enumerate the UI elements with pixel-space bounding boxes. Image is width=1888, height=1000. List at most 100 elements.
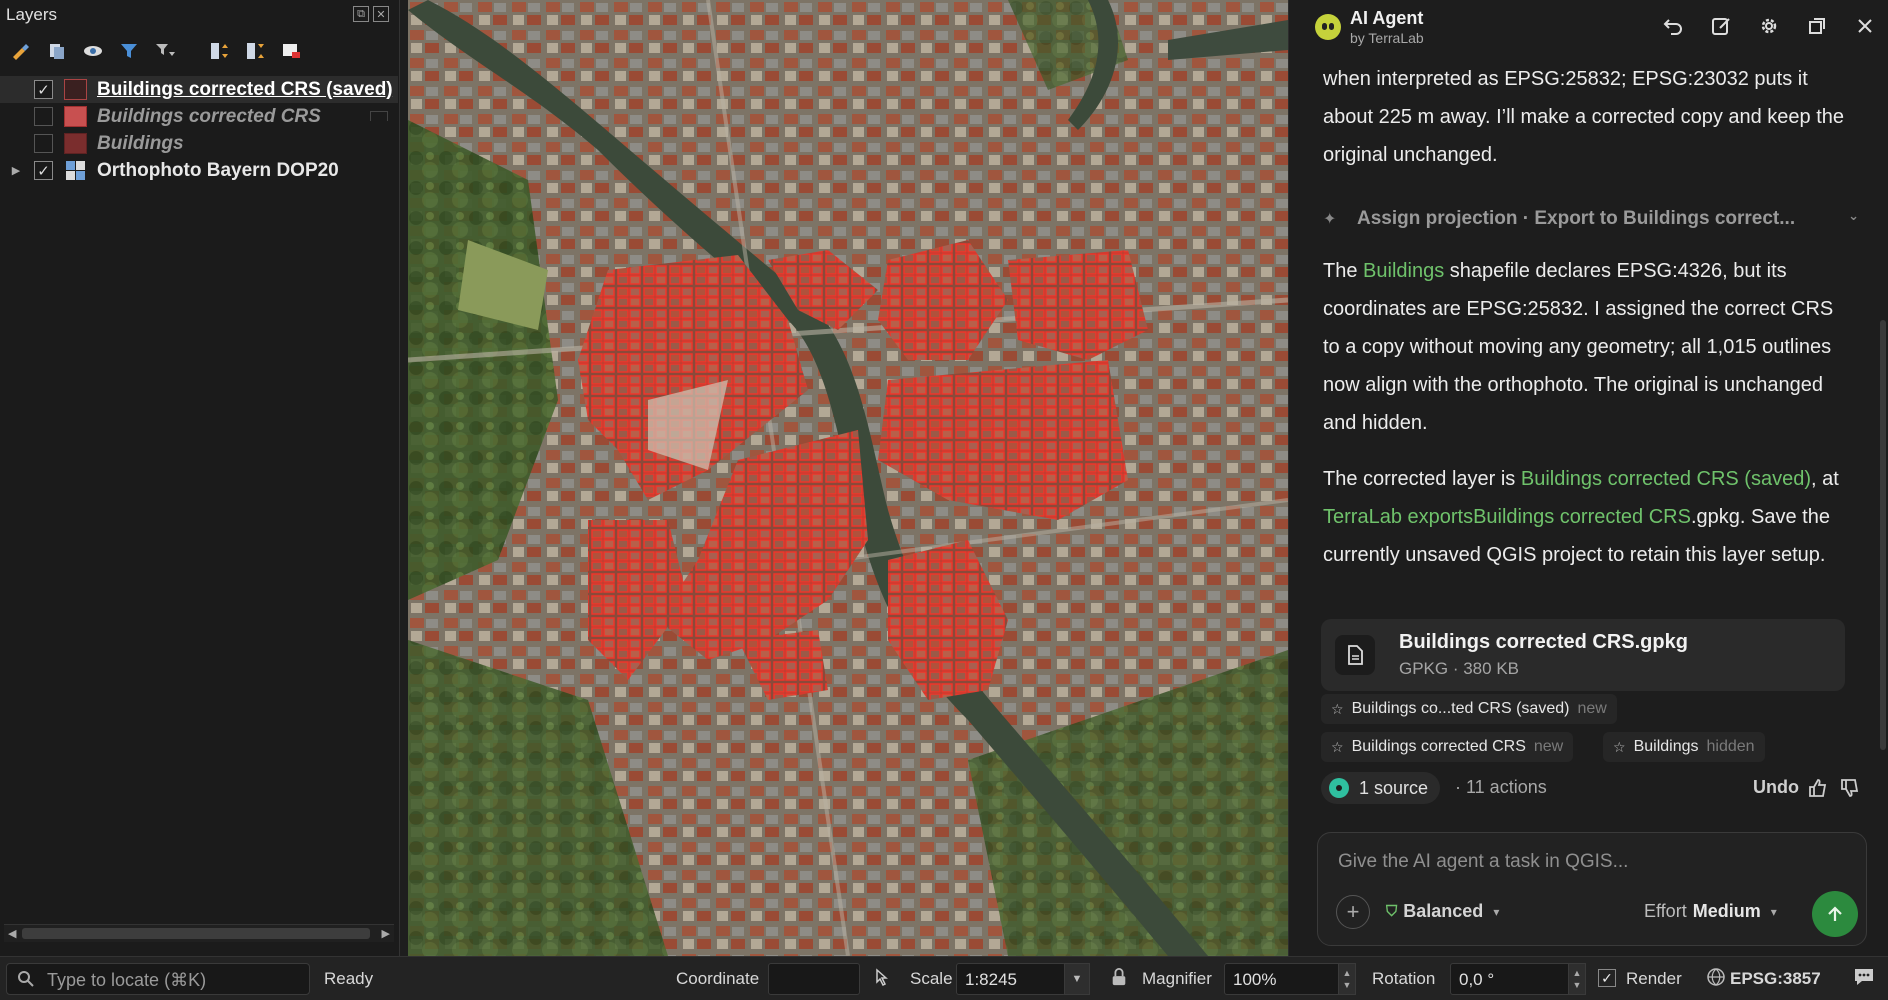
composer-input[interactable]: [1338, 847, 1848, 877]
message-footer: 1 source · 11 actions Undo: [1321, 772, 1861, 804]
layer-name: Buildings: [97, 132, 184, 154]
filter-by-expression-icon[interactable]: [152, 38, 178, 64]
magnifier-field[interactable]: 100%: [1224, 963, 1344, 995]
chat-transcript: when interpreted as EPSG:25832; EPSG:230…: [1323, 60, 1847, 192]
globe-icon[interactable]: [1706, 967, 1726, 992]
locator-bar: [6, 963, 310, 995]
coordinate-label: Coordinate: [676, 969, 760, 988]
status-message: Ready: [324, 969, 374, 988]
layers-horizontal-scrollbar[interactable]: ◀ ▶: [4, 924, 394, 942]
location-pin-icon: [1329, 778, 1349, 798]
layer-row-orthophoto[interactable]: ▶ ✓ Orthophoto Bayern DOP20: [0, 157, 398, 184]
layer-visibility-checkbox[interactable]: ✓: [34, 80, 53, 99]
sources-button[interactable]: 1 source: [1321, 772, 1441, 804]
close-panel-icon[interactable]: ✕: [373, 6, 389, 22]
gear-icon[interactable]: [1757, 14, 1781, 38]
tool-call-label: Assign projection · Export to Buildings …: [1357, 208, 1796, 229]
layer-symbol-swatch: [64, 106, 87, 127]
locator-input[interactable]: [47, 968, 297, 992]
panel-window-controls: ⧉ ✕: [353, 6, 389, 22]
chevron-down-icon[interactable]: ⌄: [1848, 208, 1859, 224]
chevron-down-icon: ▾: [1770, 904, 1777, 919]
star-icon: ☆: [1331, 738, 1344, 755]
coordinate-field[interactable]: [768, 963, 860, 995]
agent-header-actions: [1661, 14, 1877, 38]
shield-icon: ⛉: [1386, 903, 1398, 920]
chevron-down-icon: ▾: [1493, 904, 1500, 919]
layers-panel: Layers ⧉ ✕ ✓ Buildings corrected CRS (sa…: [0, 0, 400, 956]
render-checkbox[interactable]: ✓: [1598, 969, 1616, 987]
agent-message-output: The corrected layer is Buildings correct…: [1323, 468, 1839, 566]
magnifier-spinner[interactable]: ▲ ▼: [1338, 963, 1356, 995]
send-button[interactable]: [1812, 891, 1858, 937]
scroll-left-icon[interactable]: ◀: [8, 927, 16, 940]
agent-scrollbar[interactable]: [1880, 320, 1886, 750]
search-icon: [18, 971, 34, 987]
agent-message-intro: when interpreted as EPSG:25832; EPSG:230…: [1323, 68, 1845, 166]
scrollbar-thumb[interactable]: [22, 928, 370, 939]
layer-chip-buildings[interactable]: ☆ Buildings hidden: [1603, 732, 1765, 762]
layer-row-buildings-corrected[interactable]: Buildings corrected CRS: [0, 103, 398, 130]
float-panel-icon[interactable]: ⧉: [353, 6, 369, 22]
effort-select[interactable]: Effort Medium ▾: [1644, 901, 1777, 922]
detach-window-icon[interactable]: [1805, 14, 1829, 38]
layer-name: Orthophoto Bayern DOP20: [97, 159, 339, 181]
rotation-spinner[interactable]: ▲ ▼: [1568, 963, 1586, 995]
layer-visibility-checkbox[interactable]: ✓: [34, 161, 53, 180]
undo-icon[interactable]: [1661, 14, 1685, 38]
expand-all-icon[interactable]: [206, 38, 232, 64]
agent-title: AI Agent: [1350, 8, 1424, 28]
file-path-link[interactable]: TerraLab exportsBuildings corrected CRS: [1323, 506, 1691, 528]
render-label: Render: [1626, 969, 1682, 988]
mode-select[interactable]: ⛉ Balanced ▾: [1386, 901, 1499, 922]
add-group-icon[interactable]: [44, 38, 70, 64]
layer-name: Buildings corrected CRS (saved): [97, 78, 393, 100]
layer-chip-corrected[interactable]: ☆ Buildings corrected CRS new: [1321, 732, 1574, 762]
agent-subtitle: by TerraLab: [1350, 30, 1424, 46]
sparkle-icon: ✦: [1323, 211, 1337, 228]
thumbs-down-icon[interactable]: [1839, 777, 1861, 799]
layer-link-corrected-saved[interactable]: Buildings corrected CRS (saved): [1521, 468, 1811, 490]
layers-toolbar: [8, 38, 304, 64]
layer-indicator-icon: [370, 111, 388, 121]
collapse-all-icon[interactable]: [242, 38, 268, 64]
undo-button[interactable]: Undo: [1753, 777, 1799, 798]
layer-chip-corrected-saved[interactable]: ☆ Buildings co...ted CRS (saved) new: [1321, 694, 1617, 724]
magnifier-label: Magnifier: [1142, 969, 1212, 988]
layer-row-buildings[interactable]: Buildings: [0, 130, 398, 157]
scale-dropdown-icon[interactable]: ▼: [1064, 963, 1090, 995]
lock-scale-icon[interactable]: [1110, 966, 1128, 993]
chat-transcript-continued: The Buildings shapefile declares EPSG:43…: [1323, 252, 1847, 592]
scroll-right-icon[interactable]: ▶: [382, 927, 390, 940]
rotation-field[interactable]: 0,0 °: [1450, 963, 1574, 995]
expand-arrow-icon[interactable]: ▶: [8, 164, 24, 177]
agent-message-result: The Buildings shapefile declares EPSG:43…: [1323, 260, 1834, 434]
layer-tree: ✓ Buildings corrected CRS (saved) Buildi…: [0, 76, 398, 184]
filter-legend-icon[interactable]: [116, 38, 142, 64]
message-composer: + ⛉Balanced▾ EffortMedium▾: [1317, 832, 1867, 946]
map-canvas[interactable]: [408, 0, 1288, 956]
layer-visibility-checkbox[interactable]: [34, 107, 53, 126]
layer-visibility-checkbox[interactable]: [34, 134, 53, 153]
scale-field[interactable]: 1:8245: [956, 963, 1066, 995]
file-name: Buildings corrected CRS.gpkg: [1399, 631, 1688, 653]
messages-icon[interactable]: [1852, 966, 1876, 993]
close-icon[interactable]: [1853, 14, 1877, 38]
actions-count[interactable]: · 11 actions: [1455, 777, 1547, 798]
project-crs[interactable]: EPSG:3857: [1730, 969, 1821, 989]
layer-symbol-swatch: [64, 133, 87, 154]
layer-row-buildings-corrected-saved[interactable]: ✓ Buildings corrected CRS (saved): [0, 76, 398, 103]
output-file-card[interactable]: Buildings corrected CRS.gpkg GPKG · 380 …: [1321, 619, 1845, 691]
new-chat-icon[interactable]: [1709, 14, 1733, 38]
remove-layer-icon[interactable]: [278, 38, 304, 64]
layer-symbol-swatch: [64, 79, 87, 100]
style-manager-icon[interactable]: [8, 38, 34, 64]
pointer-toggle-icon[interactable]: [872, 967, 892, 992]
arrow-up-icon: [1828, 906, 1842, 921]
tool-call-summary[interactable]: ✦ Assign projection · Export to Building…: [1323, 204, 1859, 234]
thumbs-up-icon[interactable]: [1807, 777, 1829, 799]
add-attachment-button[interactable]: +: [1336, 895, 1370, 929]
rotation-label: Rotation: [1372, 969, 1436, 988]
layer-link-buildings[interactable]: Buildings: [1363, 260, 1444, 282]
manage-visibility-icon[interactable]: [80, 38, 106, 64]
